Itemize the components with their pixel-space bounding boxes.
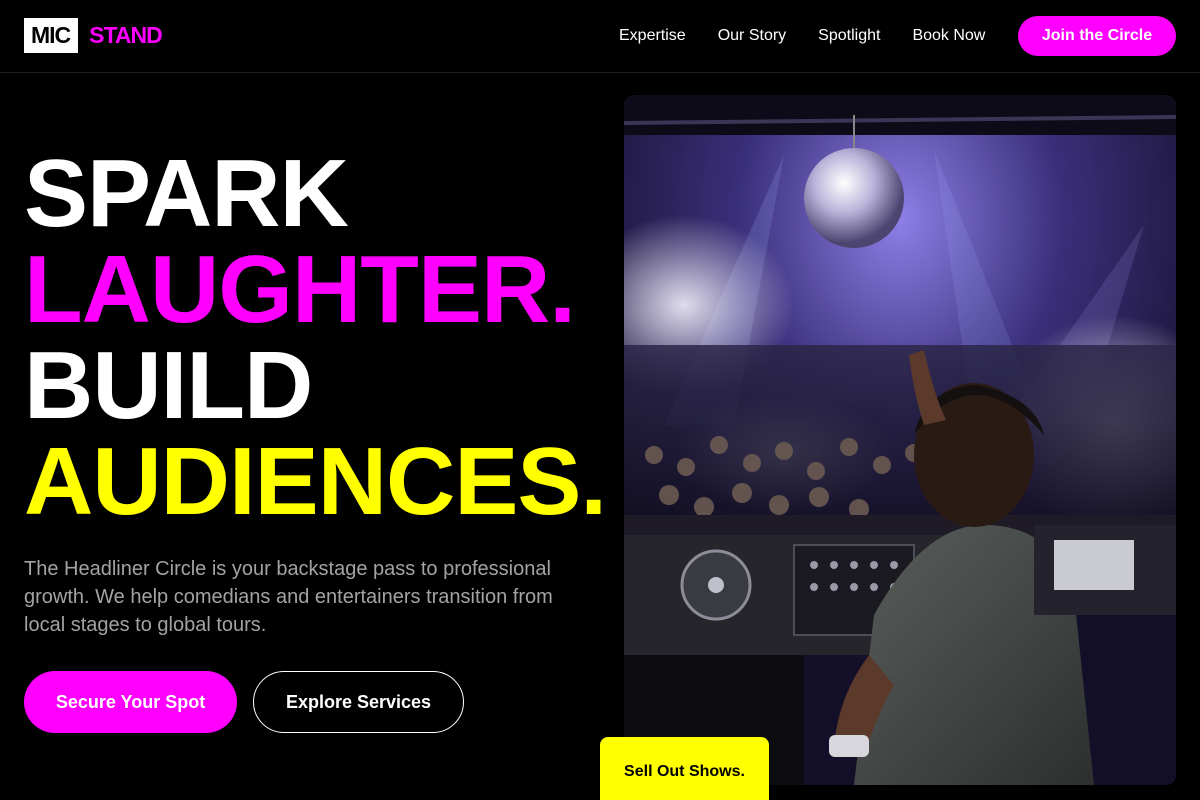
logo-wordmark: STAND: [89, 22, 163, 48]
secure-your-spot-button[interactable]: Secure Your Spot: [24, 671, 237, 733]
join-the-circle-button[interactable]: Join the Circle: [1018, 16, 1176, 56]
logo[interactable]: MIC STAND: [24, 18, 163, 53]
headline-line-1: SPARK: [24, 140, 349, 247]
hero-photo-dj-club: [624, 95, 1176, 785]
headline-line-2: LAUGHTER.: [24, 236, 576, 343]
headline-line-3: BUILD: [24, 332, 313, 439]
hero-lead-text: The Headliner Circle is your backstage p…: [24, 558, 553, 636]
sell-out-shows-badge: Sell Out Shows.: [600, 737, 769, 800]
hero-headline: SPARK LAUGHTER. BUILD AUDIENCES.: [24, 146, 624, 530]
nav-spotlight[interactable]: Spotlight: [802, 16, 896, 56]
nav-our-story[interactable]: Our Story: [702, 16, 802, 56]
site-header: MIC STAND Expertise Our Story Spotlight …: [0, 0, 1200, 73]
main-nav: Expertise Our Story Spotlight Book Now: [603, 16, 1001, 56]
logo-box: MIC: [24, 18, 79, 53]
nav-book-now[interactable]: Book Now: [896, 16, 1001, 56]
explore-services-button[interactable]: Explore Services: [253, 671, 464, 733]
landing-page: MIC STAND Expertise Our Story Spotlight …: [0, 0, 1200, 800]
headline-line-4: AUDIENCES.: [24, 428, 607, 535]
nav-expertise[interactable]: Expertise: [603, 16, 702, 56]
